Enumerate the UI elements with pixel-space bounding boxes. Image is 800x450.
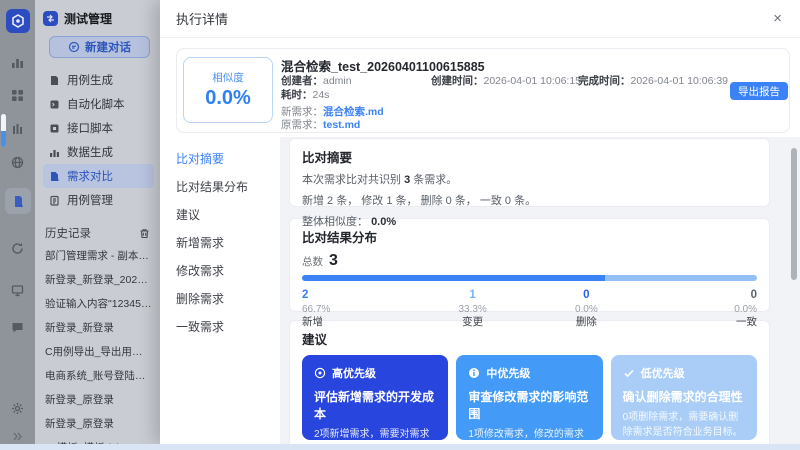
- section-content: 比对摘要 本次需求比对共识别 3 条需求。 新增 2 条， 修改 1 条， 删除…: [280, 137, 800, 444]
- history-item[interactable]: 部门管理需求 - 副本_部...: [43, 244, 154, 268]
- suggestion-card-high: 高优先级 评估新增需求的开发成本 2项新增需求，需要对需求进行分析，技术团队要进…: [302, 355, 448, 440]
- section-title: 建议: [302, 329, 757, 348]
- logo-icon: [11, 14, 25, 28]
- export-report-button[interactable]: 导出报告: [730, 82, 788, 100]
- app-logo[interactable]: [6, 9, 30, 33]
- tab-compare-summary[interactable]: 比对摘要: [176, 145, 280, 173]
- similarity-value: 0.0%: [205, 87, 251, 110]
- suggestion-card-medium: 中优先级 审查修改需求的影响范围 1项修改需求，修改的需求可能影响现有功能，需要…: [456, 355, 602, 440]
- history-item[interactable]: 新登录_新登录_2026040...: [43, 268, 154, 292]
- result-distribution-section: 比对结果分布 总数 3 2 66.7% 新增 1: [289, 218, 770, 312]
- section-title: 比对结果分布: [302, 227, 757, 246]
- api-icon: [49, 123, 60, 134]
- info-icon: [468, 367, 480, 379]
- settings-gear-icon[interactable]: [0, 397, 35, 419]
- sidebar-item-case-management[interactable]: 用例管理: [43, 188, 154, 212]
- sidebar-item-data-generation[interactable]: 数据生成: [43, 140, 154, 164]
- apps-grid-nav-icon[interactable]: [0, 84, 35, 106]
- close-icon[interactable]: ×: [773, 11, 782, 26]
- suggestion-cards: 高优先级 评估新增需求的开发成本 2项新增需求，需要对需求进行分析，技术团队要进…: [302, 355, 757, 440]
- sidebar: 测试管理 新建对话 用例生成 自动化脚本 接口脚本 数据生成 需求对比 用例管理…: [35, 0, 160, 444]
- chat-bubble-icon: [68, 41, 80, 53]
- page-bottom-strip: [0, 444, 800, 450]
- suggestions-section: 建议 高优先级 评估新增需求的开发成本 2项新增需求，需要对需求进行分析，技术团…: [289, 320, 770, 444]
- stat-consistent: 0 0.0% 一致: [643, 288, 757, 330]
- created-time-field: 创建时间：2026-04-01 10:06:15: [431, 73, 581, 88]
- script-icon: [49, 99, 60, 110]
- new-chat-button[interactable]: 新建对话: [49, 36, 150, 58]
- history-item[interactable]: 新登录_原登录: [43, 412, 154, 436]
- compare-summary-section: 比对摘要 本次需求比对共识别 3 条需求。 新增 2 条， 修改 1 条， 删除…: [289, 138, 770, 207]
- total-value: 3: [329, 252, 338, 270]
- total-label: 总数: [302, 254, 323, 269]
- compare-doc-icon: [49, 171, 60, 182]
- distribution-stats: 2 66.7% 新增 1 33.3% 变更 0 0.0% 删除: [302, 288, 757, 330]
- tab-suggestions[interactable]: 建议: [176, 201, 280, 229]
- sidebar-header: 测试管理: [43, 8, 154, 28]
- history-header: 历史记录: [43, 222, 154, 244]
- drawer-title: 执行详情: [176, 9, 228, 28]
- stat-changed: 1 33.3% 变更: [416, 288, 530, 330]
- duration-field: 耗时：24s: [281, 87, 329, 102]
- chart-nav-icon[interactable]: [0, 51, 35, 73]
- sidebar-item-case-generation[interactable]: 用例生成: [43, 68, 154, 92]
- summary-line-2: 新增 2 条， 修改 1 条， 删除 0 条， 一致 0 条。: [302, 192, 757, 208]
- stat-deleted: 0 0.0% 删除: [530, 288, 644, 330]
- tab-result-distribution[interactable]: 比对结果分布: [176, 173, 280, 201]
- tab-deleted-requirements[interactable]: 删除需求: [176, 285, 280, 313]
- suggestion-card-low: 低优先级 确认删除需求的合理性 0项删除需求，需要确认删除需求是否符合业务目标。: [611, 355, 757, 440]
- bar-chart-icon: [49, 147, 60, 158]
- tab-new-requirements[interactable]: 新增需求: [176, 229, 280, 257]
- building-nav-icon[interactable]: [0, 117, 35, 139]
- execution-detail-drawer: 执行详情 × 相似度 0.0% 混合检索_test_20260401100615…: [160, 0, 800, 444]
- globe-nav-icon[interactable]: [0, 151, 35, 173]
- bar-segment-changed: [605, 275, 757, 281]
- tab-consistent-requirements[interactable]: 一致需求: [176, 313, 280, 341]
- refresh-nav-icon[interactable]: [0, 237, 35, 259]
- run-summary-card: 相似度 0.0% 混合检索_test_20260401100615885 创建者…: [176, 48, 790, 133]
- stat-new: 2 66.7% 新增: [302, 288, 416, 330]
- tab-modified-requirements[interactable]: 修改需求: [176, 257, 280, 285]
- summary-line-1: 本次需求比对共识别 3 条需求。: [302, 171, 757, 187]
- similarity-label: 相似度: [212, 70, 244, 85]
- sidebar-item-auto-script[interactable]: 自动化脚本: [43, 92, 154, 116]
- total-row: 总数 3: [302, 252, 757, 270]
- history-item[interactable]: 电商系统_账号登陆异常-...: [43, 364, 154, 388]
- history-item[interactable]: 新登录_原登录: [43, 388, 154, 412]
- clipboard-icon: [49, 195, 60, 206]
- sidebar-item-api-script[interactable]: 接口脚本: [43, 116, 154, 140]
- old-requirement-link[interactable]: test.md: [323, 119, 360, 131]
- drawer-header: 执行详情 ×: [160, 0, 800, 38]
- section-nav: 比对摘要 比对结果分布 建议 新增需求 修改需求 删除需求 一致需求: [160, 137, 280, 444]
- old-requirement-field: 原需求：test.md: [281, 117, 360, 132]
- history-item[interactable]: 验证输入内容"12345"_购...: [43, 292, 154, 316]
- history-title: 历史记录: [45, 225, 91, 241]
- doc-icon: [49, 75, 60, 86]
- priority-high-icon: [314, 367, 326, 379]
- history-item[interactable]: 新登录_新登录: [43, 316, 154, 340]
- module-icon: [43, 11, 58, 26]
- app-title: 测试管理: [64, 10, 112, 27]
- creator-field: 创建者：admin: [281, 73, 352, 88]
- finished-time-field: 完成时间：2026-04-01 10:06:39: [578, 73, 728, 88]
- section-title: 比对摘要: [302, 147, 757, 166]
- history-item[interactable]: C用例导出_导出用例 (3)...: [43, 340, 154, 364]
- sidebar-item-requirement-compare[interactable]: 需求对比: [43, 164, 154, 188]
- icon-rail: [0, 0, 35, 444]
- trash-icon[interactable]: [139, 228, 150, 239]
- drawer-scrollbar[interactable]: [791, 148, 797, 280]
- requirement-compare-nav-icon[interactable]: [5, 188, 31, 214]
- bar-segment-new: [302, 275, 605, 281]
- check-icon: [623, 367, 635, 379]
- drawer-body: 比对摘要 比对结果分布 建议 新增需求 修改需求 删除需求 一致需求 比对摘要 …: [160, 137, 800, 444]
- similarity-box: 相似度 0.0%: [183, 57, 273, 123]
- distribution-bar: [302, 275, 757, 281]
- chat-nav-icon[interactable]: [0, 316, 35, 338]
- monitor-nav-icon[interactable]: [0, 279, 35, 301]
